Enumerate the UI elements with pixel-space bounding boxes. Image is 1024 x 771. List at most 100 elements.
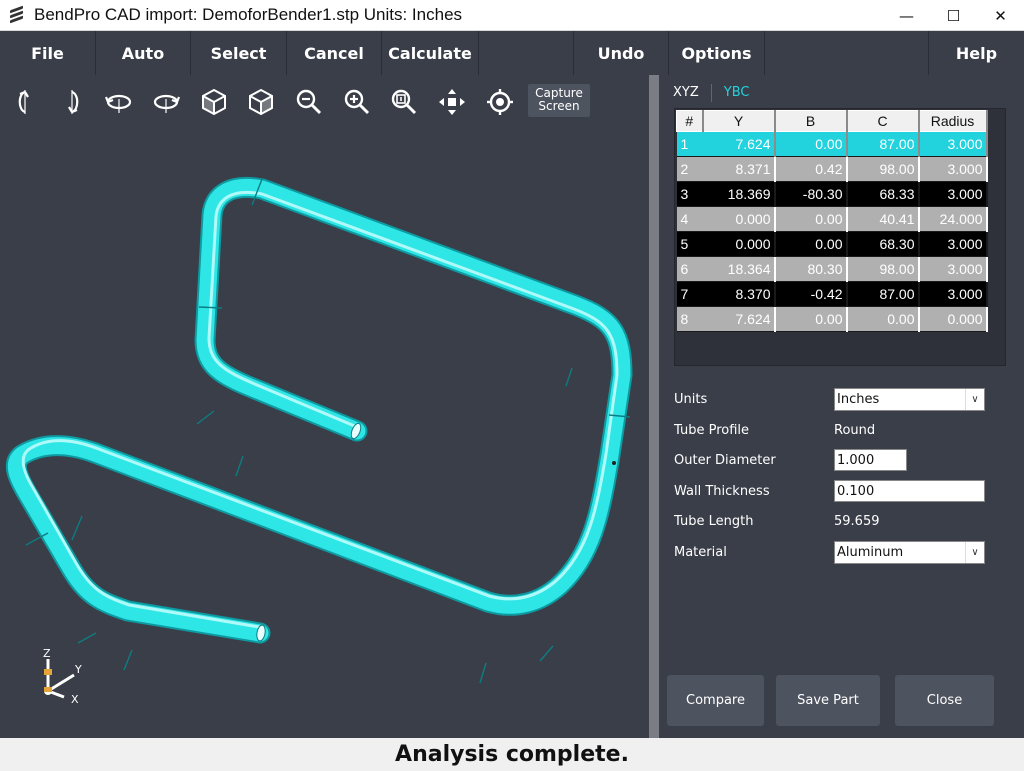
rotate-y-icon[interactable] (55, 85, 89, 119)
capture-label-line2: Screen (538, 99, 580, 113)
table-row[interactable]: 1 7.624 0.00 87.00 3.000 (676, 131, 988, 157)
status-message: Analysis complete. (395, 742, 629, 767)
cell-radius[interactable]: 0.000 (918, 306, 988, 332)
material-label: Material (674, 544, 727, 560)
compare-button[interactable]: Compare (667, 675, 764, 726)
cell-b[interactable]: 0.00 (774, 206, 848, 232)
rotate-ccw-icon[interactable] (102, 85, 136, 119)
outer-diameter-field[interactable]: 1.000 (834, 449, 907, 471)
table-row[interactable]: 8 7.624 0.00 0.00 0.000 (676, 306, 988, 332)
menu-select[interactable]: Select (191, 31, 287, 75)
rotate-x-icon[interactable] (8, 85, 42, 119)
table-row[interactable]: 4 0.000 0.00 40.41 24.000 (676, 206, 988, 232)
cell-c[interactable]: 40.41 (846, 206, 920, 232)
cell-c[interactable]: 0.00 (846, 306, 920, 332)
table-row[interactable]: 6 18.364 80.30 98.00 3.000 (676, 256, 988, 282)
cell-b[interactable]: 80.30 (774, 256, 848, 282)
tab-xyz[interactable]: XYZ (673, 83, 699, 102)
row-index: 7 (676, 281, 703, 307)
cell-radius[interactable]: 3.000 (918, 281, 988, 307)
menu-blank-1 (479, 31, 574, 75)
cell-y[interactable]: 18.364 (702, 256, 776, 282)
iso-cube-left-icon[interactable] (197, 85, 231, 119)
menu-auto[interactable]: Auto (96, 31, 191, 75)
chevron-down-icon[interactable]: ∨ (965, 388, 984, 410)
pan-icon[interactable] (435, 85, 469, 119)
table-row[interactable]: 3 18.369 -80.30 68.33 3.000 (676, 181, 988, 207)
chevron-down-icon[interactable]: ∨ (965, 541, 984, 563)
cell-b[interactable]: -0.42 (774, 281, 848, 307)
profile-row: Tube Profile Round (673, 418, 1013, 442)
cell-radius[interactable]: 24.000 (918, 206, 988, 232)
bendpro-logo-icon (8, 5, 26, 24)
close-icon[interactable]: ✕ (977, 0, 1024, 31)
iso-cube-right-icon[interactable] (244, 85, 278, 119)
rotate-cw-icon[interactable] (149, 85, 183, 119)
row-index: 8 (676, 306, 703, 332)
units-label: Units (674, 391, 708, 407)
cell-radius[interactable]: 3.000 (918, 231, 988, 257)
minimize-icon[interactable]: — (883, 0, 930, 31)
cell-y[interactable]: 0.000 (702, 231, 776, 257)
zoom-fit-icon[interactable] (387, 85, 421, 119)
zoom-out-icon[interactable] (292, 85, 326, 119)
col-header-index[interactable]: # (676, 110, 704, 132)
units-select[interactable]: Inches ∨ (834, 387, 985, 411)
menu-blank-2 (765, 31, 929, 75)
cell-y[interactable]: 7.624 (702, 131, 776, 157)
cell-y[interactable]: 0.000 (702, 206, 776, 232)
bend-table: # Y B C Radius 1 7.624 0.00 87.00 3.000 (674, 108, 1006, 366)
col-header-y[interactable]: Y (702, 110, 776, 132)
cell-c[interactable]: 68.30 (846, 231, 920, 257)
cell-b[interactable]: 0.00 (774, 131, 848, 157)
cell-b[interactable]: 0.42 (774, 156, 848, 182)
table-row[interactable]: 5 0.000 0.00 68.30 3.000 (676, 231, 988, 257)
menu-help[interactable]: Help (929, 31, 1024, 75)
panel-splitter[interactable] (649, 75, 659, 738)
close-button[interactable]: Close (895, 675, 994, 726)
table-row[interactable]: 2 8.371 0.42 98.00 3.000 (676, 156, 988, 182)
material-select[interactable]: Aluminum ∨ (834, 540, 985, 564)
menu-file[interactable]: File (0, 31, 96, 75)
zoom-in-icon[interactable] (340, 85, 374, 119)
menu-options[interactable]: Options (669, 31, 765, 75)
save-part-button[interactable]: Save Part (776, 675, 880, 726)
axis-z-label: Z (43, 647, 51, 660)
cell-c[interactable]: 87.00 (846, 131, 920, 157)
cell-b[interactable]: 0.00 (774, 231, 848, 257)
cell-y[interactable]: 8.371 (702, 156, 776, 182)
od-label: Outer Diameter (674, 452, 776, 468)
cell-b[interactable]: 0.00 (774, 306, 848, 332)
capture-screen-button[interactable]: Capture Screen (528, 84, 590, 117)
cell-b[interactable]: -80.30 (774, 181, 848, 207)
row-index: 1 (676, 131, 703, 157)
tube-model[interactable] (0, 75, 649, 738)
cell-c[interactable]: 68.33 (846, 181, 920, 207)
cell-c[interactable]: 87.00 (846, 281, 920, 307)
maximize-icon[interactable]: ☐ (930, 0, 977, 31)
cell-y[interactable]: 8.370 (702, 281, 776, 307)
col-header-b[interactable]: B (774, 110, 848, 132)
cell-radius[interactable]: 3.000 (918, 256, 988, 282)
cell-c[interactable]: 98.00 (846, 256, 920, 282)
bend-grid: # Y B C Radius 1 7.624 0.00 87.00 3.000 (676, 110, 988, 332)
od-row: Outer Diameter 1.000 (673, 448, 1013, 472)
menu-cancel[interactable]: Cancel (287, 31, 382, 75)
center-target-icon[interactable] (483, 85, 517, 119)
3d-viewport[interactable]: Capture Screen Z Y X (0, 75, 649, 738)
row-index: 2 (676, 156, 703, 182)
col-header-c[interactable]: C (846, 110, 920, 132)
tab-ybc[interactable]: YBC (724, 83, 750, 102)
cell-c[interactable]: 98.00 (846, 156, 920, 182)
cell-y[interactable]: 18.369 (702, 181, 776, 207)
wall-thickness-field[interactable]: 0.100 (834, 480, 985, 502)
cell-radius[interactable]: 3.000 (918, 181, 988, 207)
length-label: Tube Length (674, 513, 754, 529)
col-header-radius[interactable]: Radius (918, 110, 988, 132)
menu-undo[interactable]: Undo (574, 31, 669, 75)
cell-radius[interactable]: 3.000 (918, 156, 988, 182)
cell-radius[interactable]: 3.000 (918, 131, 988, 157)
menu-calculate[interactable]: Calculate (382, 31, 479, 75)
table-row[interactable]: 7 8.370 -0.42 87.00 3.000 (676, 281, 988, 307)
cell-y[interactable]: 7.624 (702, 306, 776, 332)
